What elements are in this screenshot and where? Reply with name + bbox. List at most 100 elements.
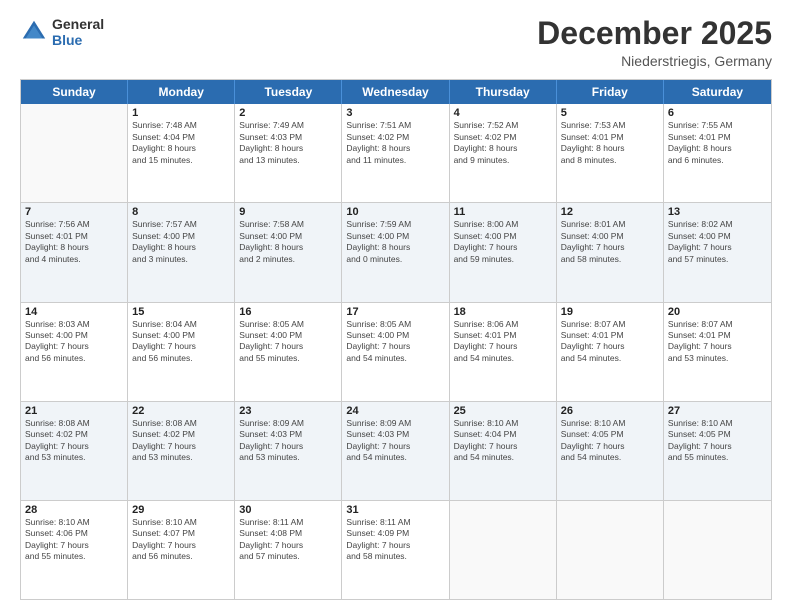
day-number: 26 [561, 405, 659, 417]
day-number: 17 [346, 306, 444, 318]
calendar-cell: 21Sunrise: 8:08 AM Sunset: 4:02 PM Dayli… [21, 402, 128, 500]
calendar-cell: 23Sunrise: 8:09 AM Sunset: 4:03 PM Dayli… [235, 402, 342, 500]
weekday-header: Tuesday [235, 80, 342, 104]
day-number: 13 [668, 206, 767, 218]
day-number: 11 [454, 206, 552, 218]
calendar-cell: 10Sunrise: 7:59 AM Sunset: 4:00 PM Dayli… [342, 203, 449, 301]
day-info: Sunrise: 8:09 AM Sunset: 4:03 PM Dayligh… [239, 418, 337, 464]
calendar-cell: 28Sunrise: 8:10 AM Sunset: 4:06 PM Dayli… [21, 501, 128, 599]
day-info: Sunrise: 8:04 AM Sunset: 4:00 PM Dayligh… [132, 319, 230, 365]
location: Niederstriegis, Germany [537, 53, 772, 69]
calendar-cell: 11Sunrise: 8:00 AM Sunset: 4:00 PM Dayli… [450, 203, 557, 301]
calendar-cell: 3Sunrise: 7:51 AM Sunset: 4:02 PM Daylig… [342, 104, 449, 202]
calendar-cell: 29Sunrise: 8:10 AM Sunset: 4:07 PM Dayli… [128, 501, 235, 599]
day-number: 25 [454, 405, 552, 417]
day-info: Sunrise: 8:10 AM Sunset: 4:05 PM Dayligh… [668, 418, 767, 464]
calendar-cell [664, 501, 771, 599]
day-info: Sunrise: 7:52 AM Sunset: 4:02 PM Dayligh… [454, 120, 552, 166]
day-number: 30 [239, 504, 337, 516]
day-info: Sunrise: 7:58 AM Sunset: 4:00 PM Dayligh… [239, 219, 337, 265]
day-info: Sunrise: 8:08 AM Sunset: 4:02 PM Dayligh… [132, 418, 230, 464]
calendar-cell: 26Sunrise: 8:10 AM Sunset: 4:05 PM Dayli… [557, 402, 664, 500]
day-number: 28 [25, 504, 123, 516]
day-number: 15 [132, 306, 230, 318]
calendar-cell: 24Sunrise: 8:09 AM Sunset: 4:03 PM Dayli… [342, 402, 449, 500]
weekday-header: Saturday [664, 80, 771, 104]
day-number: 31 [346, 504, 444, 516]
day-info: Sunrise: 8:03 AM Sunset: 4:00 PM Dayligh… [25, 319, 123, 365]
page: General Blue December 2025 Niederstriegi… [0, 0, 792, 612]
header: General Blue December 2025 Niederstriegi… [20, 16, 772, 69]
day-info: Sunrise: 7:55 AM Sunset: 4:01 PM Dayligh… [668, 120, 767, 166]
day-number: 6 [668, 107, 767, 119]
calendar-cell: 2Sunrise: 7:49 AM Sunset: 4:03 PM Daylig… [235, 104, 342, 202]
day-number: 10 [346, 206, 444, 218]
calendar-cell: 31Sunrise: 8:11 AM Sunset: 4:09 PM Dayli… [342, 501, 449, 599]
day-info: Sunrise: 8:02 AM Sunset: 4:00 PM Dayligh… [668, 219, 767, 265]
calendar-cell: 30Sunrise: 8:11 AM Sunset: 4:08 PM Dayli… [235, 501, 342, 599]
calendar-cell: 20Sunrise: 8:07 AM Sunset: 4:01 PM Dayli… [664, 303, 771, 401]
day-info: Sunrise: 8:06 AM Sunset: 4:01 PM Dayligh… [454, 319, 552, 365]
day-info: Sunrise: 8:00 AM Sunset: 4:00 PM Dayligh… [454, 219, 552, 265]
day-number: 7 [25, 206, 123, 218]
calendar-cell: 15Sunrise: 8:04 AM Sunset: 4:00 PM Dayli… [128, 303, 235, 401]
day-info: Sunrise: 8:09 AM Sunset: 4:03 PM Dayligh… [346, 418, 444, 464]
day-info: Sunrise: 8:01 AM Sunset: 4:00 PM Dayligh… [561, 219, 659, 265]
month-title: December 2025 [537, 16, 772, 51]
calendar-cell: 25Sunrise: 8:10 AM Sunset: 4:04 PM Dayli… [450, 402, 557, 500]
day-info: Sunrise: 8:10 AM Sunset: 4:07 PM Dayligh… [132, 517, 230, 563]
day-info: Sunrise: 7:53 AM Sunset: 4:01 PM Dayligh… [561, 120, 659, 166]
weekday-header: Sunday [21, 80, 128, 104]
calendar-cell [21, 104, 128, 202]
day-number: 16 [239, 306, 337, 318]
day-info: Sunrise: 7:51 AM Sunset: 4:02 PM Dayligh… [346, 120, 444, 166]
day-number: 4 [454, 107, 552, 119]
calendar-cell [450, 501, 557, 599]
calendar: SundayMondayTuesdayWednesdayThursdayFrid… [20, 79, 772, 600]
day-info: Sunrise: 8:10 AM Sunset: 4:04 PM Dayligh… [454, 418, 552, 464]
calendar-cell: 18Sunrise: 8:06 AM Sunset: 4:01 PM Dayli… [450, 303, 557, 401]
calendar-row: 7Sunrise: 7:56 AM Sunset: 4:01 PM Daylig… [21, 203, 771, 302]
logo-text: General Blue [52, 16, 104, 48]
calendar-cell: 22Sunrise: 8:08 AM Sunset: 4:02 PM Dayli… [128, 402, 235, 500]
day-number: 18 [454, 306, 552, 318]
day-number: 27 [668, 405, 767, 417]
weekday-header: Friday [557, 80, 664, 104]
calendar-cell: 9Sunrise: 7:58 AM Sunset: 4:00 PM Daylig… [235, 203, 342, 301]
calendar-cell: 27Sunrise: 8:10 AM Sunset: 4:05 PM Dayli… [664, 402, 771, 500]
day-number: 14 [25, 306, 123, 318]
day-number: 23 [239, 405, 337, 417]
day-number: 3 [346, 107, 444, 119]
calendar-cell: 16Sunrise: 8:05 AM Sunset: 4:00 PM Dayli… [235, 303, 342, 401]
day-number: 19 [561, 306, 659, 318]
title-block: December 2025 Niederstriegis, Germany [537, 16, 772, 69]
calendar-cell [557, 501, 664, 599]
logo: General Blue [20, 16, 104, 48]
day-number: 9 [239, 206, 337, 218]
calendar-cell: 7Sunrise: 7:56 AM Sunset: 4:01 PM Daylig… [21, 203, 128, 301]
calendar-row: 21Sunrise: 8:08 AM Sunset: 4:02 PM Dayli… [21, 402, 771, 501]
calendar-cell: 13Sunrise: 8:02 AM Sunset: 4:00 PM Dayli… [664, 203, 771, 301]
day-info: Sunrise: 7:56 AM Sunset: 4:01 PM Dayligh… [25, 219, 123, 265]
day-info: Sunrise: 8:10 AM Sunset: 4:06 PM Dayligh… [25, 517, 123, 563]
day-number: 29 [132, 504, 230, 516]
calendar-cell: 6Sunrise: 7:55 AM Sunset: 4:01 PM Daylig… [664, 104, 771, 202]
calendar-cell: 4Sunrise: 7:52 AM Sunset: 4:02 PM Daylig… [450, 104, 557, 202]
day-number: 22 [132, 405, 230, 417]
day-info: Sunrise: 8:08 AM Sunset: 4:02 PM Dayligh… [25, 418, 123, 464]
calendar-cell: 8Sunrise: 7:57 AM Sunset: 4:00 PM Daylig… [128, 203, 235, 301]
day-info: Sunrise: 8:05 AM Sunset: 4:00 PM Dayligh… [346, 319, 444, 365]
logo-icon [20, 18, 48, 46]
calendar-cell: 17Sunrise: 8:05 AM Sunset: 4:00 PM Dayli… [342, 303, 449, 401]
day-number: 20 [668, 306, 767, 318]
day-number: 21 [25, 405, 123, 417]
day-info: Sunrise: 7:57 AM Sunset: 4:00 PM Dayligh… [132, 219, 230, 265]
calendar-cell: 14Sunrise: 8:03 AM Sunset: 4:00 PM Dayli… [21, 303, 128, 401]
calendar-row: 14Sunrise: 8:03 AM Sunset: 4:00 PM Dayli… [21, 303, 771, 402]
calendar-body: 1Sunrise: 7:48 AM Sunset: 4:04 PM Daylig… [21, 104, 771, 599]
weekday-header: Monday [128, 80, 235, 104]
day-info: Sunrise: 8:11 AM Sunset: 4:09 PM Dayligh… [346, 517, 444, 563]
day-number: 5 [561, 107, 659, 119]
calendar-cell: 12Sunrise: 8:01 AM Sunset: 4:00 PM Dayli… [557, 203, 664, 301]
weekday-header: Thursday [450, 80, 557, 104]
